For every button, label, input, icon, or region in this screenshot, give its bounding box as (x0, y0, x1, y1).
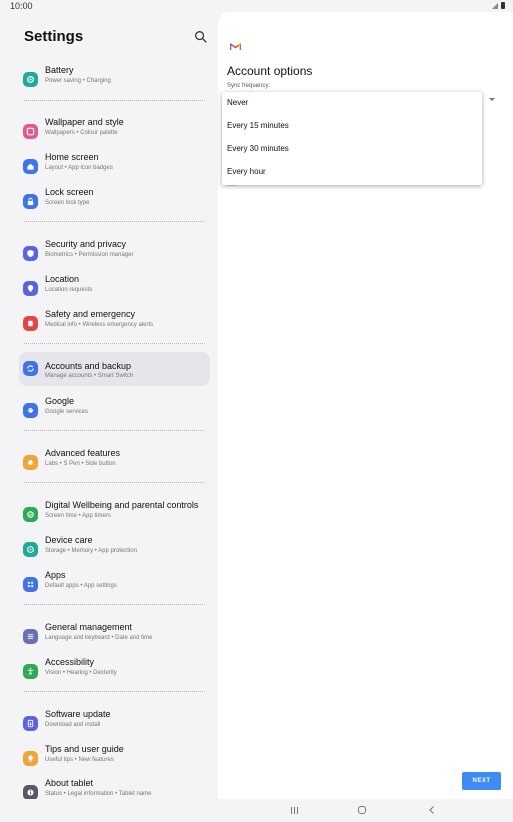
settings-item-accessibility[interactable]: Accessibility Vision • Hearing • Dexteri… (19, 655, 210, 689)
battery-icon (23, 72, 38, 87)
settings-item-subtitle: Download and install (45, 722, 101, 728)
settings-item-title: Battery (45, 65, 74, 75)
star-icon (23, 455, 38, 470)
home-icon (23, 159, 38, 174)
page-title: Account options (227, 64, 313, 78)
settings-item-subtitle: Default apps • App settings (45, 583, 117, 589)
settings-item-title: About tablet (45, 778, 94, 788)
divider (24, 221, 205, 222)
divider (24, 343, 205, 344)
lock-icon (23, 194, 38, 209)
settings-item-subtitle: Status • Legal information • Tablet name (45, 791, 152, 797)
settings-item-software-update[interactable]: Software update Download and install (19, 707, 210, 741)
status-icons (492, 2, 505, 9)
signal-icon (492, 2, 498, 9)
wellbeing-icon (23, 507, 38, 522)
settings-item-google[interactable]: Google Google services (19, 394, 210, 428)
settings-item-title: Accessibility (45, 657, 95, 667)
settings-item-tips[interactable]: Tips and user guide Useful tips • New fe… (19, 742, 210, 776)
navigation-bar (0, 799, 513, 822)
divider (24, 100, 205, 101)
divider (24, 604, 205, 605)
settings-item-subtitle: Vision • Hearing • Dexterity (45, 670, 117, 676)
update-icon (23, 716, 38, 731)
settings-item-title: Home screen (45, 152, 99, 162)
settings-list-pane: Settings Battery Power saving • Charging… (0, 14, 218, 800)
shield-icon (23, 246, 38, 261)
settings-item-general-management[interactable]: General management Language and keyboard… (19, 620, 210, 654)
settings-item-wallpaper[interactable]: Wallpaper and style Wallpapers • Colour … (19, 115, 210, 149)
settings-item-subtitle: Screen lock type (45, 200, 90, 206)
settings-item-location[interactable]: Location Location requests (19, 272, 210, 306)
chevron-down-icon[interactable] (489, 98, 495, 101)
sync-frequency-dropdown-menu: Never Every 15 minutes Every 30 minutes … (222, 92, 482, 185)
settings-item-title: Wallpaper and style (45, 117, 124, 127)
accessibility-icon (23, 664, 38, 679)
info-icon (23, 785, 38, 800)
settings-item-title: Device care (45, 535, 93, 545)
settings-item-subtitle: Useful tips • New features (45, 757, 114, 763)
settings-item-subtitle: Medical info • Wireless emergency alerts (45, 322, 154, 328)
settings-item-battery[interactable]: Battery Power saving • Charging (19, 63, 210, 97)
settings-item-subtitle: Screen time • App timers (45, 513, 111, 519)
settings-item-wellbeing[interactable]: Digital Wellbeing and parental controls … (19, 498, 210, 532)
settings-item-lock-screen[interactable]: Lock screen Screen lock type (19, 185, 210, 219)
status-time: 10:00 (10, 1, 33, 11)
settings-item-title: Safety and emergency (45, 309, 136, 319)
settings-item-subtitle: Biometrics • Permission manager (45, 252, 134, 258)
settings-item-title: Software update (45, 709, 111, 719)
settings-item-title: Location (45, 274, 80, 284)
settings-item-title: Lock screen (45, 187, 94, 197)
settings-item-safety[interactable]: Safety and emergency Medical info • Wire… (19, 307, 210, 341)
sync-icon (23, 361, 38, 376)
settings-item-subtitle: Storage • Memory • App protection (45, 548, 137, 554)
settings-item-subtitle: Labs • S Pen • Side button (45, 461, 116, 467)
settings-item-subtitle: Layout • App icon badges (45, 165, 113, 171)
settings-item-subtitle: Location requests (45, 287, 93, 293)
settings-item-subtitle: Power saving • Charging (45, 78, 111, 84)
settings-item-device-care[interactable]: Device care Storage • Memory • App prote… (19, 533, 210, 567)
emergency-icon (23, 316, 38, 331)
apps-grid-icon (23, 577, 38, 592)
settings-item-title: Google (45, 396, 75, 406)
menu-item-every-hour[interactable]: Every hour (227, 163, 266, 181)
settings-item-title: Security and privacy (45, 239, 127, 249)
back-icon[interactable] (428, 806, 436, 814)
next-button[interactable]: NEXT (462, 772, 501, 790)
divider (24, 482, 205, 483)
settings-item-home-screen[interactable]: Home screen Layout • App icon badges (19, 150, 210, 184)
home-nav-icon[interactable] (358, 806, 366, 814)
settings-item-title: Apps (45, 570, 66, 580)
settings-title: Settings (24, 28, 84, 45)
settings-item-advanced[interactable]: Advanced features Labs • S Pen • Side bu… (19, 446, 210, 480)
wallpaper-icon (23, 124, 38, 139)
settings-item-title: Digital Wellbeing and parental controls (45, 500, 199, 510)
recents-icon[interactable] (291, 807, 298, 814)
settings-item-subtitle: Wallpapers • Colour palette (45, 130, 118, 136)
settings-item-subtitle: Language and keyboard • Date and time (45, 635, 153, 641)
search-icon[interactable] (194, 30, 207, 43)
bulb-icon (23, 751, 38, 766)
menu-item-every-15-minutes[interactable]: Every 15 minutes (227, 117, 289, 135)
sync-frequency-label: Sync frequency: (227, 83, 271, 89)
settings-item-security[interactable]: Security and privacy Biometrics • Permis… (19, 237, 210, 271)
location-pin-icon (23, 281, 38, 296)
settings-item-title: General management (45, 622, 133, 632)
settings-item-title: Advanced features (45, 448, 121, 458)
divider (24, 691, 205, 692)
gmail-logo-icon (230, 43, 241, 50)
menu-item-every-30-minutes[interactable]: Every 30 minutes (227, 140, 289, 158)
settings-item-subtitle: Manage accounts • Smart Switch (45, 373, 134, 379)
divider (24, 430, 205, 431)
device-care-icon (23, 542, 38, 557)
settings-item-accounts-backup[interactable]: Accounts and backup Manage accounts • Sm… (19, 352, 210, 386)
google-icon (23, 403, 38, 418)
settings-item-title: Tips and user guide (45, 744, 124, 754)
menu-item-never[interactable]: Never (227, 94, 248, 112)
settings-item-subtitle: Google services (45, 409, 89, 415)
settings-item-apps[interactable]: Apps Default apps • App settings (19, 568, 210, 602)
battery-status-icon (501, 2, 505, 9)
settings-item-title: Accounts and backup (45, 361, 132, 371)
sliders-icon (23, 629, 38, 644)
